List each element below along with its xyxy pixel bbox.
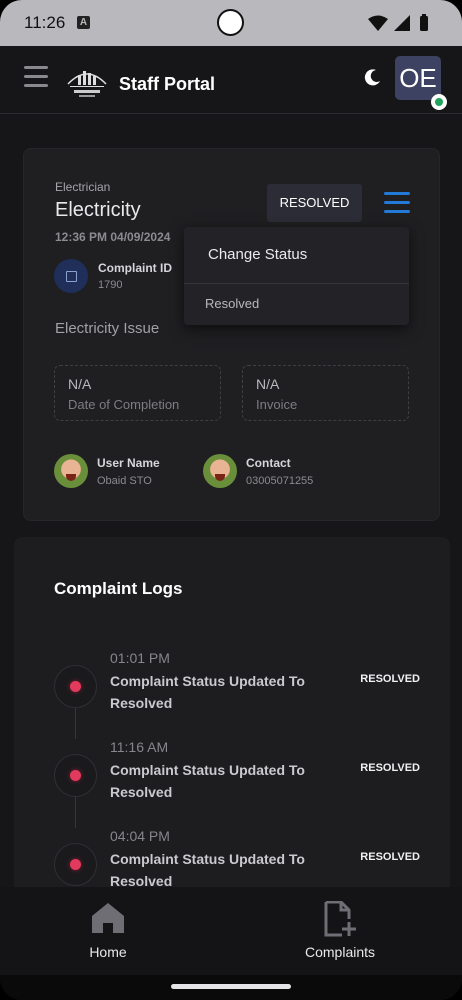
status-bar: 11:26 A [0, 0, 462, 46]
complaint-id-value: 1790 [98, 279, 123, 291]
complaint-id-icon [54, 259, 88, 293]
complaint-category: Electrician [55, 180, 111, 194]
complaint-title: Electricity [55, 199, 141, 221]
user-name-value: Obaid STO [97, 475, 152, 487]
signal-icon [394, 15, 410, 31]
nav-complaints-label: Complaints [304, 944, 376, 960]
log-status: RESOLVED [360, 673, 420, 685]
app-title: Staff Portal [119, 74, 216, 94]
menu-button[interactable] [24, 66, 48, 88]
wifi-icon [368, 15, 388, 31]
invoice-label: Invoice [256, 397, 298, 412]
complaint-logs-card: Complaint Logs 01:01 PM Complaint Status… [14, 537, 450, 897]
status-button[interactable]: RESOLVED [267, 184, 362, 222]
user-avatar[interactable]: OE [395, 56, 441, 100]
dark-mode-toggle-icon[interactable] [364, 68, 382, 86]
dropdown-title: Change Status [208, 246, 308, 263]
timeline-dot-icon [54, 843, 97, 886]
notification-icon: A [77, 16, 90, 29]
completion-date-value: N/A [68, 376, 92, 392]
status-time: 11:26 [24, 13, 66, 32]
complaint-datetime: 12:36 PM 04/09/2024 [55, 230, 171, 244]
capital-logo [67, 71, 107, 97]
invoice-value: N/A [256, 376, 280, 392]
phone-screen: 11:26 A Staff Portal OE Electrician Elec… [0, 0, 462, 1000]
completion-date-field: N/A Date of Completion [54, 365, 221, 421]
home-icon [92, 903, 124, 933]
log-status: RESOLVED [360, 762, 420, 774]
complaint-add-icon [324, 901, 356, 937]
status-icons [368, 14, 428, 31]
contact-avatar-image [203, 454, 237, 488]
timeline-dot-icon [54, 754, 97, 797]
user-avatar-image [54, 454, 88, 488]
log-time: 04:04 PM [110, 828, 170, 844]
log-status: RESOLVED [360, 851, 420, 863]
battery-icon [420, 16, 428, 31]
log-text: Complaint Status Updated To Resolved [110, 673, 305, 711]
camera-cutout [217, 9, 244, 36]
online-status-dot [431, 94, 447, 110]
app-bar: Staff Portal OE [0, 46, 462, 114]
status-menu-button[interactable] [384, 192, 410, 214]
change-status-dropdown: Change Status Resolved [184, 227, 409, 325]
log-text: Complaint Status Updated To Resolved [110, 851, 305, 889]
gesture-handle[interactable] [171, 984, 291, 989]
contact-label: Contact [246, 456, 291, 470]
nav-home-label: Home [89, 944, 127, 960]
complaint-card: Electrician Electricity 12:36 PM 04/09/2… [23, 148, 440, 521]
timeline-dot-icon [54, 665, 97, 708]
logs-title: Complaint Logs [54, 579, 183, 598]
timeline-line [75, 708, 76, 739]
log-text: Complaint Status Updated To Resolved [110, 762, 305, 800]
bottom-navigation: Home Complaints [0, 887, 462, 975]
gesture-area [0, 975, 462, 1000]
log-entry: 01:01 PM Complaint Status Updated To Res… [14, 650, 450, 739]
nav-complaints[interactable]: Complaints [270, 887, 410, 975]
dropdown-item-resolved[interactable]: Resolved [184, 284, 409, 325]
nav-home[interactable]: Home [38, 887, 178, 975]
completion-date-label: Date of Completion [68, 397, 180, 412]
log-time: 01:01 PM [110, 650, 170, 666]
complaint-id-label: Complaint ID [98, 261, 172, 275]
invoice-field[interactable]: N/A Invoice [242, 365, 409, 421]
log-time: 11:16 AM [110, 739, 169, 755]
user-name-label: User Name [97, 456, 160, 470]
log-entry: 11:16 AM Complaint Status Updated To Res… [14, 739, 450, 828]
timeline-line [75, 797, 76, 828]
complaint-issue: Electricity Issue [55, 320, 160, 337]
contact-value[interactable]: 03005071255 [246, 475, 313, 487]
